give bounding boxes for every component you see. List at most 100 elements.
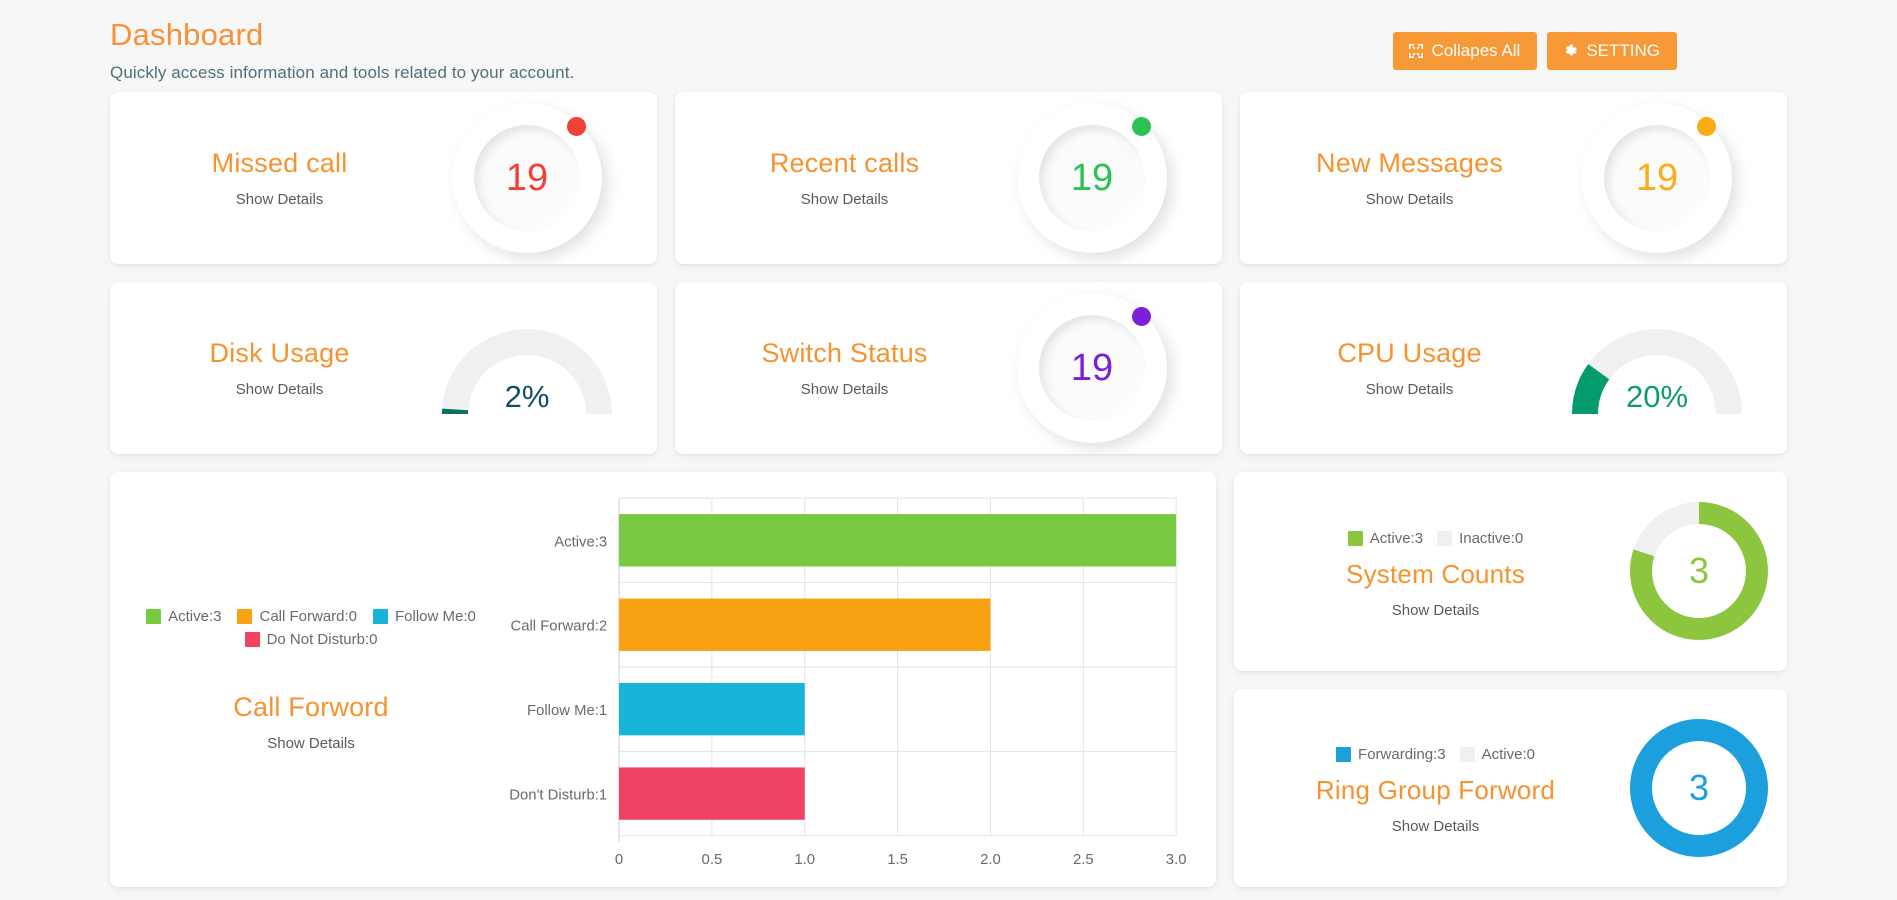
donut-center-value: 3 — [1688, 550, 1710, 592]
stat-card-text: Missed call Show Details — [136, 148, 423, 208]
chart-show-details-link[interactable]: Show Details — [120, 735, 502, 752]
stat-card[interactable]: Switch Status Show Details 19 — [675, 282, 1222, 454]
stat-card-gauge: 19 — [988, 103, 1196, 253]
stat-card-gauge: 19 — [423, 103, 631, 253]
stat-card-text: New Messages Show Details — [1266, 148, 1553, 208]
gauge-value: 19 — [1635, 157, 1679, 199]
stat-card-text: Switch Status Show Details — [701, 338, 988, 398]
ring-marker-dot — [1132, 117, 1152, 136]
legend-label: Active:3 — [1369, 529, 1424, 547]
summary-card-text: Active:3 Inactive:0 System Counts Show D… — [1252, 524, 1619, 619]
show-details-link[interactable]: Show Details — [1252, 602, 1619, 619]
show-details-link[interactable]: Show Details — [1252, 818, 1619, 835]
legend-swatch — [1437, 530, 1453, 546]
setting-button[interactable]: SETTING — [1547, 32, 1677, 70]
legend-swatch — [244, 631, 260, 647]
chart-summary: Active:3 Call Forward:0 Follow Me:0 Do N… — [120, 608, 510, 752]
summary-card[interactable]: Active:3 Inactive:0 System Counts Show D… — [1234, 472, 1787, 671]
summary-legend: Forwarding:3 Active:0 — [1252, 746, 1619, 763]
legend-label: Forwarding:3 — [1358, 746, 1446, 764]
ring-inner-face: 19 — [1039, 125, 1146, 231]
stat-card[interactable]: CPU Usage Show Details 20% — [1240, 282, 1787, 454]
stat-card[interactable]: Recent calls Show Details 19 — [675, 92, 1222, 264]
legend-item[interactable]: Inactive:0 — [1437, 530, 1523, 547]
bar — [619, 514, 1177, 567]
summary-legend: Active:3 Inactive:0 — [1252, 530, 1619, 547]
stat-card-title: New Messages — [1316, 148, 1504, 178]
gauge-value: 19 — [505, 157, 549, 199]
bar — [619, 682, 805, 736]
ring-gauge: 19 — [1017, 103, 1168, 253]
legend-item[interactable]: Active:3 — [1347, 529, 1424, 547]
summary-card-donut: 3 — [1619, 496, 1779, 646]
legend-item[interactable]: Follow Me:0 — [373, 608, 476, 625]
stat-card-gauge: 20% — [1553, 318, 1761, 418]
legend-label: Inactive:0 — [1459, 529, 1524, 547]
x-axis-tick-label: 1.5 — [887, 851, 908, 868]
donut-chart: 3 — [1624, 496, 1774, 646]
ring-gauge: 19 — [452, 103, 603, 253]
legend-item[interactable]: Active:0 — [1459, 746, 1535, 763]
legend-label: Call Forward:0 — [259, 607, 358, 625]
collapse-all-label: Collapes All — [1431, 41, 1521, 60]
stat-card-title: Recent calls — [769, 148, 920, 178]
bar-category-label: Don't Disturb:1 — [510, 787, 607, 804]
legend-item[interactable]: Call Forward:0 — [237, 608, 357, 625]
show-details-link[interactable]: Show Details — [701, 381, 988, 398]
show-details-link[interactable]: Show Details — [1266, 191, 1553, 208]
show-details-link[interactable]: Show Details — [701, 191, 988, 208]
show-details-link[interactable]: Show Details — [136, 381, 423, 398]
show-details-link[interactable]: Show Details — [136, 191, 423, 208]
x-axis-tick-label: 2.5 — [1073, 851, 1094, 868]
ring-marker-dot — [1697, 117, 1717, 136]
legend-label: Follow Me:0 — [395, 607, 476, 625]
x-axis-tick-label: 3.0 — [1166, 851, 1187, 868]
gear-icon — [1562, 43, 1578, 59]
ring-gauge: 19 — [1017, 293, 1168, 443]
stat-card-title: Missed call — [211, 148, 348, 178]
gauge-value: 20% — [1626, 379, 1689, 414]
stat-card[interactable]: Disk Usage Show Details 2% — [110, 282, 657, 454]
x-axis-tick-label: 0.5 — [702, 851, 723, 868]
collapse-all-button[interactable]: Collapes All — [1392, 32, 1538, 70]
collapse-icon — [1408, 43, 1424, 59]
legend-swatch — [1459, 747, 1475, 763]
chart-title: Call Forword — [233, 691, 389, 722]
stat-card-text: Recent calls Show Details — [701, 148, 988, 208]
header-actions: Collapes All SETTING — [1392, 32, 1677, 70]
legend-swatch — [146, 608, 162, 624]
bar-category-label: Call Forward:2 — [510, 618, 607, 635]
stat-card-title: Switch Status — [761, 338, 928, 368]
x-axis-tick-label: 2.0 — [980, 851, 1001, 868]
legend-swatch — [373, 608, 389, 624]
summary-card[interactable]: Forwarding:3 Active:0 Ring Group Forword… — [1234, 688, 1787, 887]
legend-item[interactable]: Do Not Disturb:0 — [244, 631, 377, 648]
stat-card-grid: Missed call Show Details 19 Recent calls… — [110, 92, 1787, 454]
stat-card[interactable]: New Messages Show Details 19 — [1240, 92, 1787, 264]
page-header: Dashboard Quickly access information and… — [110, 0, 1787, 92]
dashboard-page: Dashboard Quickly access information and… — [0, 0, 1897, 900]
side-card-column: Active:3 Inactive:0 System Counts Show D… — [1234, 472, 1787, 887]
bottom-row: Active:3 Call Forward:0 Follow Me:0 Do N… — [110, 472, 1787, 887]
stat-card-text: Disk Usage Show Details — [136, 338, 423, 398]
stat-card-text: CPU Usage Show Details — [1266, 338, 1553, 398]
stat-card-title: Disk Usage — [209, 338, 350, 368]
chart-legend: Active:3 Call Forward:0 Follow Me:0 Do N… — [120, 608, 502, 648]
show-details-link[interactable]: Show Details — [1266, 381, 1553, 398]
setting-label: SETTING — [1586, 41, 1660, 60]
bar-category-label: Follow Me:1 — [527, 702, 607, 719]
summary-card-text: Forwarding:3 Active:0 Ring Group Forword… — [1252, 740, 1619, 835]
donut-center-value: 3 — [1688, 766, 1710, 808]
bar-category-label: Active:3 — [554, 533, 607, 550]
bar — [619, 598, 991, 651]
legend-swatch — [237, 608, 253, 624]
legend-item[interactable]: Forwarding:3 — [1336, 746, 1446, 763]
legend-item[interactable]: Active:3 — [146, 608, 221, 625]
donut-chart: 3 — [1624, 713, 1774, 863]
gauge-fill-arc — [1572, 364, 1610, 415]
summary-card-title: Ring Group Forword — [1315, 775, 1556, 806]
semicircle-gauge: 2% — [432, 318, 622, 418]
stat-card[interactable]: Missed call Show Details 19 — [110, 92, 657, 264]
semicircle-gauge: 20% — [1562, 318, 1752, 418]
gauge-value: 19 — [1070, 347, 1114, 389]
